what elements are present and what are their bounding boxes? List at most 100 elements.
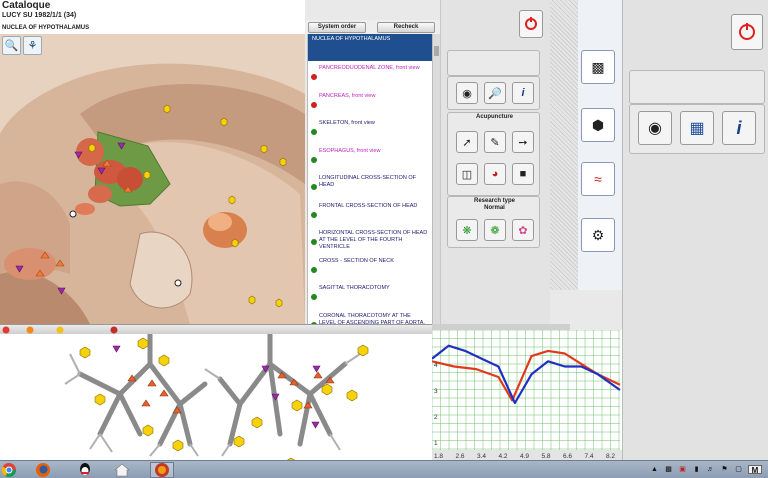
lotus-icon[interactable]: ✿ (512, 219, 534, 241)
microscope-icon[interactable]: ⚘ (23, 36, 42, 55)
list-item-label: SAGITTAL THORACOTOMY (319, 285, 390, 291)
power-button[interactable] (519, 10, 543, 38)
tray-battery-icon[interactable]: ▮ (692, 465, 701, 474)
status-dot-icon (311, 156, 317, 163)
list-item-label: CROSS - SECTION OF NECK (319, 257, 394, 264)
research-type-label: Research type (473, 198, 516, 204)
list-item[interactable]: ESOPHAGUS, front view (308, 144, 432, 172)
app-task-icon[interactable] (150, 462, 174, 478)
patient-info: LUCY SU 1982/1/1 (34) (2, 12, 77, 19)
status-dot-icon (311, 266, 317, 273)
status-dot-icon (311, 211, 317, 218)
chrome-icon[interactable] (0, 462, 18, 478)
organ-list[interactable]: NUCLEA OF HYPOTHALAMUS PANCREODUODENAL Z… (307, 34, 432, 324)
current-section: NUCLEA OF HYPOTHALAMUS (2, 25, 90, 31)
list-item-label: FRONTAL CROSS-SECTION OF HEAD (319, 202, 418, 209)
flower-icon[interactable]: ❁ (484, 219, 506, 241)
list-item-label: CORONAL THORACOTOMY AT THE LEVEL OF ASCE… (319, 312, 425, 325)
x-tick-label: 5.8 (542, 453, 551, 460)
status-dot-icon (311, 101, 317, 108)
viewer-toolbar-strip (0, 324, 440, 334)
right-box-top (629, 70, 765, 104)
scan-icon[interactable]: 🔎 (484, 82, 506, 104)
right-panel: ◉ ▦ i (622, 0, 768, 460)
tray-security-icon[interactable]: ▣ (678, 465, 687, 474)
list-scrollbar[interactable] (432, 34, 440, 324)
list-item-label: LONGITUDINAL CROSS-SECTION OF HEAD (319, 175, 416, 188)
pointer-icon[interactable]: ✎ (484, 131, 506, 153)
tray-language-icon[interactable]: M (748, 465, 762, 475)
tab-recheck[interactable]: Recheck (377, 22, 435, 33)
status-dot-icon (311, 239, 317, 245)
control-panel: ◉ 🔎 i Acupuncture ➚ ✎ ➙ ◫ ◕ ■ Research t… (440, 0, 550, 330)
brain-cross-section-image (0, 34, 305, 324)
wave-chart-icon[interactable]: ≈ (581, 162, 615, 196)
list-item[interactable]: SAGITTAL THORACOTOMY (308, 281, 432, 309)
list-item-label: HORIZONTAL CROSS-SECTION OF HEAD AT THE … (319, 230, 428, 250)
x-tick-label: 1.8 (434, 453, 443, 460)
home-icon[interactable] (113, 462, 131, 478)
x-tick-label: 8.2 (606, 453, 615, 460)
tray-flag-icon[interactable]: ⚑ (720, 465, 729, 474)
probe-icon[interactable]: ➙ (512, 131, 534, 153)
power-icon (739, 24, 755, 40)
list-item[interactable]: HORIZONTAL CROSS-SECTION OF HEAD AT THE … (308, 226, 432, 254)
status-dot-icon (311, 74, 317, 80)
list-item-label: PANCREODUODENAL ZONE, front view (319, 65, 420, 71)
meter-icon[interactable]: ◕ (484, 163, 506, 185)
list-item[interactable]: PANCREODUODENAL ZONE, front view (308, 61, 432, 89)
list-item[interactable]: LONGITUDINAL CROSS-SECTION OF HEAD (308, 171, 432, 199)
info-icon[interactable]: i (512, 82, 534, 104)
list-item[interactable]: FRONTAL CROSS-SECTION OF HEAD (308, 199, 432, 227)
x-tick-label: 7.4 (585, 453, 594, 460)
list-item-label: PANCREAS, front view (319, 92, 376, 99)
mini-toolbar-icons (2, 326, 118, 334)
firefox-icon[interactable] (34, 462, 52, 478)
research-box: Research type Normal ❋ ❁ ✿ (447, 196, 540, 248)
list-item-selected[interactable]: NUCLEA OF HYPOTHALAMUS (308, 34, 432, 61)
tray-arrow-icon[interactable]: ▲ (650, 465, 659, 474)
anatomy-view[interactable]: 🔍 ⚘ (0, 34, 305, 324)
cubes-icon[interactable]: ⬢ (581, 108, 615, 142)
info-icon[interactable]: i (722, 111, 756, 145)
waveform-chart: 1.8 2.6 3.4 4.2 4.9 5.8 6.6 7.4 8.2 4 3 2 1 (431, 329, 622, 460)
power-button-large[interactable] (731, 14, 763, 50)
hat-icon[interactable]: ■ (512, 163, 534, 185)
tray-display-icon[interactable]: ▢ (734, 465, 743, 474)
record-icon[interactable]: ◉ (638, 111, 672, 145)
needle-icon[interactable]: ➚ (456, 131, 478, 153)
bronchial-tree-image (64, 324, 369, 460)
power-icon (525, 18, 537, 30)
research-type-value: Normal (484, 205, 505, 211)
zoom-icon[interactable]: 🔍 (2, 36, 21, 55)
dispenser-icon[interactable]: ◫ (456, 163, 478, 185)
y-tick-label: 4 (434, 362, 438, 369)
tray-network-icon[interactable]: ▩ (664, 465, 673, 474)
status-dot-icon (311, 129, 317, 135)
database-icon[interactable]: ▦ (680, 111, 714, 145)
list-tabs: System order Recheck (305, 20, 440, 34)
x-tick-label: 4.2 (499, 453, 508, 460)
qq-icon[interactable] (76, 462, 94, 478)
tab-system-order[interactable]: System order (308, 22, 366, 33)
panel-box-tools: ◉ 🔎 i (447, 76, 540, 110)
list-item[interactable]: CORONAL THORACOTOMY AT THE LEVEL OF ASCE… (308, 309, 432, 325)
device-icon[interactable]: ▩ (581, 50, 615, 84)
list-item[interactable]: SKELETON, front view (308, 116, 432, 144)
x-tick-label: 3.4 (477, 453, 486, 460)
x-tick-label: 6.6 (563, 453, 572, 460)
x-tick-label: 2.6 (456, 453, 465, 460)
list-item-label: ESOPHAGUS, front view (319, 147, 381, 154)
record-icon[interactable]: ◉ (456, 82, 478, 104)
lungs-view[interactable] (0, 324, 432, 460)
scrollbar-thumb[interactable] (434, 46, 439, 56)
y-tick-label: 1 (434, 440, 438, 447)
list-item-label: SKELETON, front view (319, 120, 375, 126)
tray-volume-icon[interactable]: ♬ (706, 465, 715, 474)
list-item[interactable]: PANCREAS, front view (308, 89, 432, 117)
compass-icon[interactable]: ❋ (456, 219, 478, 241)
robot-icon[interactable]: ⚙ (581, 218, 615, 252)
list-item[interactable]: CROSS - SECTION OF NECK (308, 254, 432, 282)
background-texture (550, 0, 578, 290)
acupuncture-box: Acupuncture ➚ ✎ ➙ ◫ ◕ ■ (447, 112, 540, 196)
